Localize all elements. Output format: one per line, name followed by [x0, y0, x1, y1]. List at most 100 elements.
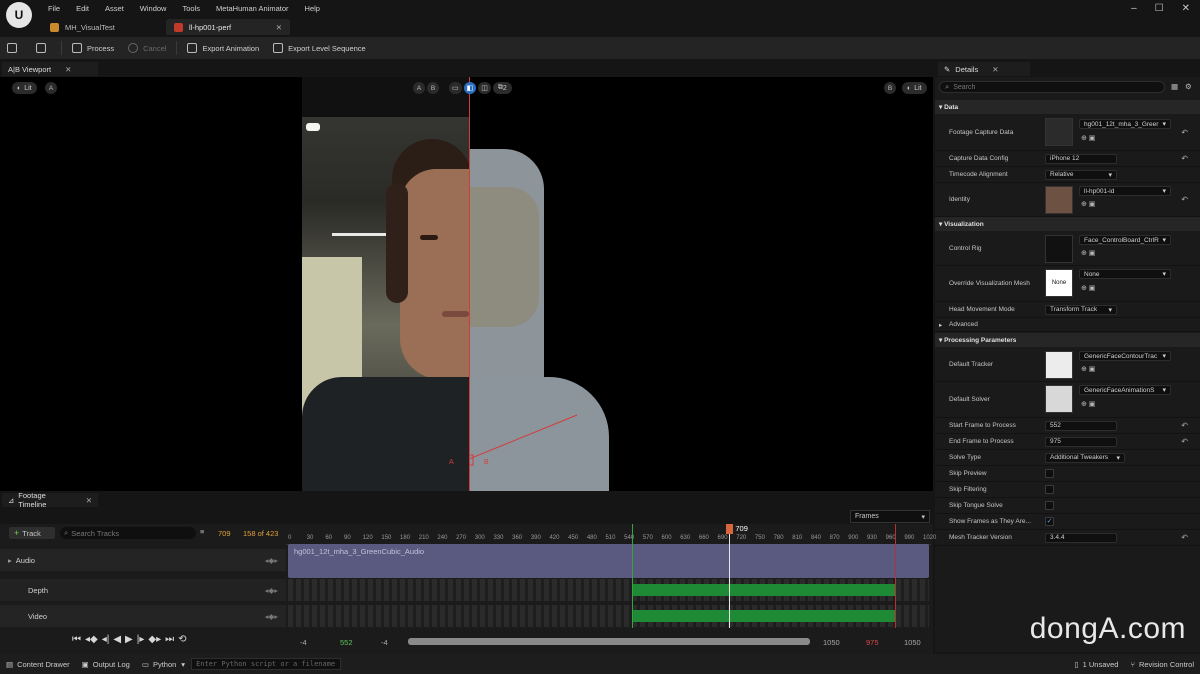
default-tracker-picker[interactable]: GenericFaceContourTrac	[1079, 351, 1171, 361]
viewport-tab[interactable]: A|B Viewport ✕	[2, 62, 98, 76]
ab-viewport[interactable]: A B ◐ Lit A A B ▭ ◧ ◫ ⧉ 2 B ◐ Lit	[0, 77, 933, 491]
reset-icon[interactable]: ↶	[1181, 128, 1188, 137]
capture-data-config-field[interactable]: iPhone 12	[1045, 153, 1117, 164]
timecode-alignment-dropdown[interactable]: Relative	[1045, 169, 1117, 180]
step-back-icon[interactable]: ◂|	[102, 634, 110, 645]
ab-wipe-handle[interactable]	[469, 407, 610, 491]
details-tab[interactable]: ✎ Details ✕	[938, 62, 1030, 76]
add-track-button[interactable]: + Track	[9, 527, 55, 539]
revision-control-button[interactable]: ⑂ Revision Control	[1124, 660, 1200, 669]
cancel-button[interactable]: Cancel	[121, 37, 173, 59]
toggle-b-button[interactable]: B	[427, 82, 439, 94]
playhead-handle[interactable]	[726, 524, 734, 534]
python-dropdown[interactable]: ▭ Python ▾	[136, 660, 191, 669]
key-controls-icon[interactable]: ◂◆▸	[265, 556, 278, 565]
reset-icon[interactable]: ↶	[1181, 195, 1188, 204]
browse-asset-icon[interactable]: ⊕ ▣	[1081, 284, 1095, 292]
range-start-offset[interactable]: -4	[300, 638, 307, 647]
track-video[interactable]: Video ◂◆▸	[0, 605, 286, 627]
timeline-scrollbar[interactable]	[408, 638, 810, 645]
identity-picker[interactable]: ll-hp001-id	[1079, 186, 1171, 196]
frames-dropdown[interactable]: Frames ▾	[850, 510, 930, 523]
search-tracks-input[interactable]: ⌕ Search Tracks	[60, 527, 196, 539]
prev-key-icon[interactable]: ◂◆	[85, 634, 98, 645]
range-end-marker[interactable]	[894, 524, 896, 628]
range-start-marker[interactable]	[631, 524, 633, 628]
gear-icon[interactable]: ⚙	[1185, 82, 1192, 91]
menu-edit[interactable]: Edit	[68, 3, 97, 15]
menu-tools[interactable]: Tools	[174, 3, 208, 15]
close-icon[interactable]: ✕	[65, 65, 71, 74]
section-data[interactable]: ▾ Data	[935, 100, 1200, 114]
output-log-button[interactable]: ▣ Output Log	[76, 660, 136, 669]
reset-icon[interactable]: ↶	[1181, 533, 1188, 542]
override-mesh-picker[interactable]: None	[1079, 269, 1171, 279]
menu-window[interactable]: Window	[132, 3, 175, 15]
audio-clip[interactable]: hg001_12t_mha_3_GreenCubic_Audio	[288, 544, 929, 578]
tab-mh-visualtest[interactable]: MH_VisualTest	[42, 19, 164, 35]
wipe-view-icon[interactable]: ◧	[463, 82, 477, 94]
close-icon[interactable]: ✕	[1182, 3, 1190, 14]
save-button[interactable]	[0, 37, 29, 59]
key-controls-icon[interactable]: ◂◆▸	[265, 612, 278, 621]
range-end-red[interactable]: 975	[866, 638, 879, 647]
head-movement-dropdown[interactable]: Transform Track	[1045, 304, 1117, 315]
reset-icon[interactable]: ↶	[1181, 154, 1188, 163]
skip-tongue-checkbox[interactable]	[1045, 501, 1054, 510]
tab-ll-hp001-perf[interactable]: ll-hp001-perf ✕	[166, 19, 290, 35]
skip-filtering-checkbox[interactable]	[1045, 485, 1054, 494]
scrollbar-thumb[interactable]	[408, 638, 810, 645]
browse-button[interactable]	[29, 37, 58, 59]
unreal-logo-icon[interactable]: U	[6, 2, 32, 28]
lit-mode-left-button[interactable]: ◐ Lit	[12, 82, 37, 94]
next-key-icon[interactable]: ◆▸	[148, 634, 161, 645]
key-controls-icon[interactable]: ◂◆▸	[265, 586, 278, 595]
skip-end-icon[interactable]: ⏭	[165, 634, 174, 645]
range-end-value2[interactable]: 1050	[904, 638, 921, 647]
menu-asset[interactable]: Asset	[97, 3, 132, 15]
start-frame-input[interactable]: 552	[1045, 420, 1117, 431]
camera-count-button[interactable]: ⧉ 2	[492, 82, 512, 94]
content-drawer-button[interactable]: ▤ Content Drawer	[0, 660, 76, 669]
close-icon[interactable]: ✕	[992, 65, 998, 74]
end-frame-input[interactable]: 975	[1045, 436, 1117, 447]
export-level-sequence-button[interactable]: Export Level Sequence	[266, 37, 373, 59]
browse-asset-icon[interactable]: ⊕ ▣	[1081, 365, 1095, 373]
browse-asset-icon[interactable]: ⊕ ▣	[1081, 134, 1095, 142]
section-visualization[interactable]: ▾ Visualization	[935, 217, 1200, 231]
single-view-icon[interactable]: ▭	[449, 82, 462, 94]
details-search[interactable]: ⌕ Search	[939, 81, 1165, 93]
unsaved-button[interactable]: ▯ 1 Unsaved	[1068, 660, 1124, 669]
solve-type-dropdown[interactable]: Additional Tweakers	[1045, 452, 1125, 463]
browse-asset-icon[interactable]: ⊕ ▣	[1081, 249, 1095, 257]
minimize-icon[interactable]: –	[1131, 3, 1137, 14]
skip-start-icon[interactable]: ⏮	[72, 634, 81, 645]
track-audio[interactable]: ▸ Audio ◂◆▸	[0, 549, 286, 571]
menu-help[interactable]: Help	[297, 3, 328, 15]
reset-icon[interactable]: ↶	[1181, 437, 1188, 446]
process-button[interactable]: Process	[65, 37, 121, 59]
control-rig-picker[interactable]: Face_ControlBoard_CtrlR	[1079, 235, 1171, 245]
browse-asset-icon[interactable]: ⊕ ▣	[1081, 200, 1095, 208]
skip-preview-checkbox[interactable]	[1045, 469, 1054, 478]
lit-mode-right-button[interactable]: ◐ Lit	[902, 82, 927, 94]
default-solver-picker[interactable]: GenericFaceAnimationS	[1079, 385, 1171, 395]
show-frames-checkbox-checked-icon[interactable]: ✓	[1045, 517, 1054, 526]
range-start-offset2[interactable]: -4	[381, 638, 388, 647]
browse-asset-icon[interactable]: ⊕ ▣	[1081, 400, 1095, 408]
footage-capture-data-picker[interactable]: hg001_12t_mha_3_Greer	[1079, 119, 1171, 129]
close-tab-icon[interactable]: ✕	[276, 23, 282, 32]
footage-timeline-tab[interactable]: ⊿ Footage Timeline ✕	[2, 491, 98, 509]
play-reverse-icon[interactable]: ◀	[113, 634, 121, 645]
play-icon[interactable]: ▶	[125, 634, 133, 645]
range-start-value[interactable]: 552	[340, 638, 353, 647]
mesh-tracker-version-field[interactable]: 3.4.4	[1045, 532, 1117, 543]
grid-icon[interactable]: ▦	[1171, 82, 1178, 91]
export-animation-button[interactable]: Export Animation	[180, 37, 266, 59]
range-end-value[interactable]: 1050	[823, 638, 840, 647]
python-command-input[interactable]: Enter Python script or a filename	[191, 658, 342, 670]
menu-metahuman-animator[interactable]: MetaHuman Animator	[208, 3, 297, 15]
side-by-side-icon[interactable]: ◫	[478, 82, 491, 94]
menu-file[interactable]: File	[40, 3, 68, 15]
loop-icon[interactable]: ⟲	[178, 634, 186, 645]
